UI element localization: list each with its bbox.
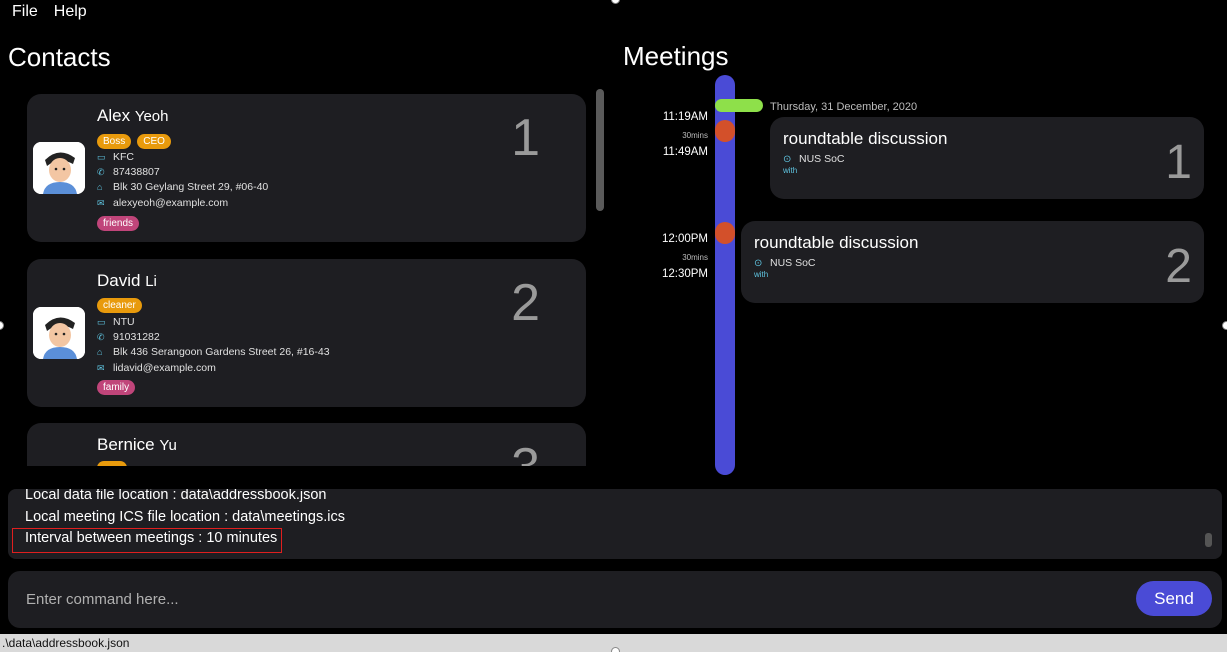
- contact-name: Bernice Yu: [97, 435, 177, 454]
- contacts-scrollbar[interactable]: [596, 89, 604, 211]
- result-line: Local data file location : data\addressb…: [25, 489, 327, 503]
- contact-card[interactable]: Alex Yeoh 1 Boss CEO ▭ KFC ✆ 87438807 ⌂ Blk…: [27, 94, 586, 242]
- home-icon: ⌂: [97, 182, 103, 192]
- address-line: ⌂ Blk 436 Serangoon Gardens Street 26, #1…: [97, 346, 330, 358]
- mail-icon: ✉: [97, 197, 105, 208]
- contact-card[interactable]: Bernice Yu 3: [27, 423, 586, 466]
- highlight-box: [12, 528, 282, 553]
- group-badge: family: [97, 380, 136, 395]
- tag-badge: [97, 461, 127, 466]
- contact-card[interactable]: David Li 2 cleaner ▭ NTU ✆ 91031282 ⌂ Blk 4…: [27, 259, 586, 407]
- result-display[interactable]: Local data file location : data\addressb…: [8, 489, 1222, 559]
- mail-icon: ✉: [97, 362, 105, 373]
- meeting-participants: with: [754, 270, 769, 279]
- email-line: ✉ lidavid@example.com: [97, 362, 216, 374]
- meeting-location: ⊙ NUS SoC: [783, 153, 845, 165]
- address-line: ⌂ Blk 30 Geylang Street 29, #06-40: [97, 181, 269, 193]
- meeting-end-time: 12:30PM: [661, 268, 708, 280]
- company-line: ▭ KFC: [97, 151, 134, 163]
- briefcase-icon: ▭: [97, 151, 106, 162]
- phone-icon: ✆: [97, 166, 105, 177]
- tag-badge: Boss: [97, 134, 132, 149]
- home-icon: ⌂: [97, 347, 103, 357]
- phone-line: ✆ 91031282: [97, 331, 160, 343]
- meeting-participants: with: [783, 166, 798, 175]
- menu-help[interactable]: Help: [42, 0, 87, 24]
- avatar: [33, 307, 85, 359]
- group-badge: friends: [97, 216, 140, 231]
- meeting-duration: 30mins: [682, 253, 708, 262]
- meeting-date: Thursday, 31 December, 2020: [770, 101, 918, 113]
- contact-index: 3: [511, 437, 540, 466]
- avatar: [33, 142, 85, 194]
- meeting-marker: [715, 120, 735, 142]
- result-scrollbar[interactable]: [1205, 533, 1212, 547]
- command-box: Send: [8, 571, 1222, 628]
- resize-handle[interactable]: [611, 0, 620, 4]
- contact-name: David Li: [97, 271, 157, 290]
- meeting-title: roundtable discussion: [754, 233, 919, 252]
- meeting-start-time: 12:00PM: [661, 233, 708, 245]
- location-pin-icon: ⊙: [783, 153, 792, 165]
- tag-badge: CEO: [137, 134, 171, 149]
- contacts-list[interactable]: Alex Yeoh 1 Boss CEO ▭ KFC ✆ 87438807 ⌂ Blk…: [0, 86, 610, 466]
- meeting-location: ⊙ NUS SoC: [754, 257, 816, 269]
- meeting-title: roundtable discussion: [783, 129, 948, 148]
- resize-handle[interactable]: [1222, 321, 1227, 330]
- menu-file[interactable]: File: [0, 0, 38, 24]
- resize-handle[interactable]: [611, 647, 620, 652]
- contact-name: Alex Yeoh: [97, 106, 169, 125]
- menu-bar: File Help: [0, 0, 91, 24]
- contact-index: 2: [511, 274, 540, 332]
- meeting-card[interactable]: roundtable discussion ⊙ NUS SoC with 2: [741, 221, 1204, 303]
- location-pin-icon: ⊙: [754, 257, 763, 269]
- phone-line: ✆ 87438807: [97, 166, 160, 178]
- email-line: ✉ alexyeoh@example.com: [97, 197, 229, 209]
- meeting-end-time: 11:49AM: [662, 146, 708, 158]
- contacts-title: Contacts: [8, 42, 111, 72]
- meeting-duration: 30mins: [682, 131, 708, 140]
- date-marker: [715, 99, 763, 112]
- result-line: Local meeting ICS file location : data\m…: [25, 509, 345, 525]
- meeting-marker: [715, 222, 735, 244]
- meeting-card[interactable]: roundtable discussion ⊙ NUS SoC with 1: [770, 117, 1204, 199]
- meeting-start-time: 11:19AM: [662, 111, 708, 123]
- company-line: ▭ NTU: [97, 316, 135, 328]
- meeting-index: 1: [1165, 136, 1192, 189]
- meeting-index: 2: [1165, 240, 1192, 293]
- command-input[interactable]: [18, 583, 1118, 615]
- meetings-title: Meetings: [623, 41, 729, 71]
- contact-index: 1: [511, 109, 540, 167]
- send-button[interactable]: Send: [1136, 581, 1212, 616]
- briefcase-icon: ▭: [97, 316, 106, 327]
- phone-icon: ✆: [97, 331, 105, 342]
- tag-badge: cleaner: [97, 298, 142, 313]
